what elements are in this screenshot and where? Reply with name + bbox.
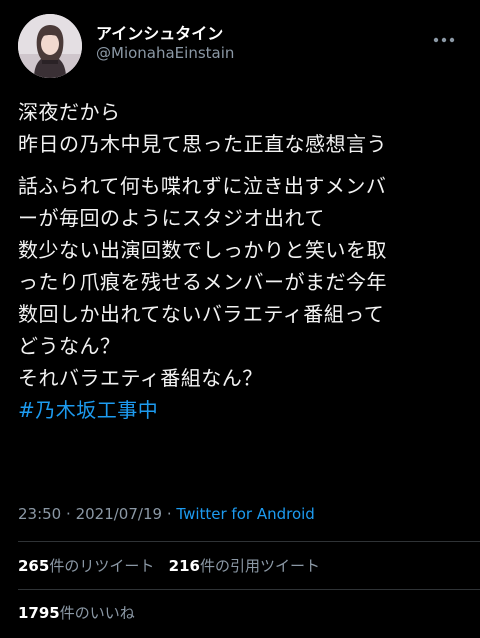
quote-label: 件の引用ツイート	[199, 557, 320, 575]
like-count: 1795	[18, 604, 60, 622]
tweet-text-line: 話ふられて何も喋れずに泣き出すメンバ	[18, 174, 387, 198]
user-handle[interactable]: @MionahaEinstain	[96, 44, 234, 62]
meta-separator: ·	[66, 505, 71, 523]
tweet-text-line: 昨日の乃木中見て思った正直な感想言う	[18, 132, 387, 156]
retweet-count: 265	[18, 557, 50, 575]
tweet-source-link[interactable]: Twitter for Android	[176, 505, 314, 523]
likes-stat[interactable]: 1795件のいいね	[18, 604, 135, 622]
tweet-body: 深夜だから 昨日の乃木中見て思った正直な感想言う 話ふられて何も喋れずに泣き出す…	[18, 96, 466, 426]
more-dots-icon	[433, 37, 455, 43]
tweet-meta: 23:50 · 2021/07/19 · Twitter for Android	[18, 505, 315, 523]
meta-separator: ·	[166, 505, 172, 523]
retweets-stat[interactable]: 265件のリツイート	[18, 557, 154, 575]
tweet-text-line: ったり爪痕を残せるメンバーがまだ今年	[18, 270, 387, 294]
retweet-label: 件のリツイート	[49, 557, 155, 575]
display-name[interactable]: アインシュタイン	[96, 20, 223, 44]
profile-photo-icon	[18, 14, 82, 78]
retweet-stats-row: 265件のリツイート 216件の引用ツイート	[18, 555, 320, 576]
more-options-button[interactable]	[430, 30, 458, 50]
tweet-time: 23:50	[18, 505, 62, 523]
divider	[18, 589, 480, 590]
likes-stats-row: 1795件のいいね	[18, 602, 135, 623]
tweet-text-line: それバラエティ番組なん？	[18, 366, 263, 390]
tweet-text-line: どうなん？	[18, 334, 121, 358]
like-label: 件のいいね	[59, 604, 135, 622]
tweet-text-line: 深夜だから	[18, 100, 121, 124]
hashtag-link[interactable]: #乃木坂工事中	[18, 394, 466, 426]
quote-count: 216	[168, 557, 200, 575]
tweet-date: 2021/07/19	[75, 505, 163, 523]
quotes-stat[interactable]: 216件の引用ツイート	[169, 557, 320, 575]
tweet-text-line: 数回しか出れてないバラエティ番組って	[18, 302, 385, 326]
tweet-text-line: ーが毎回のようにスタジオ出れて	[18, 206, 325, 230]
tweet-text-line: 数少ない出演回数でしっかりと笑いを取	[18, 238, 387, 262]
avatar[interactable]	[18, 14, 82, 78]
tweet-header: アインシュタイン @MionahaEinstain	[18, 14, 462, 80]
divider	[18, 541, 480, 542]
